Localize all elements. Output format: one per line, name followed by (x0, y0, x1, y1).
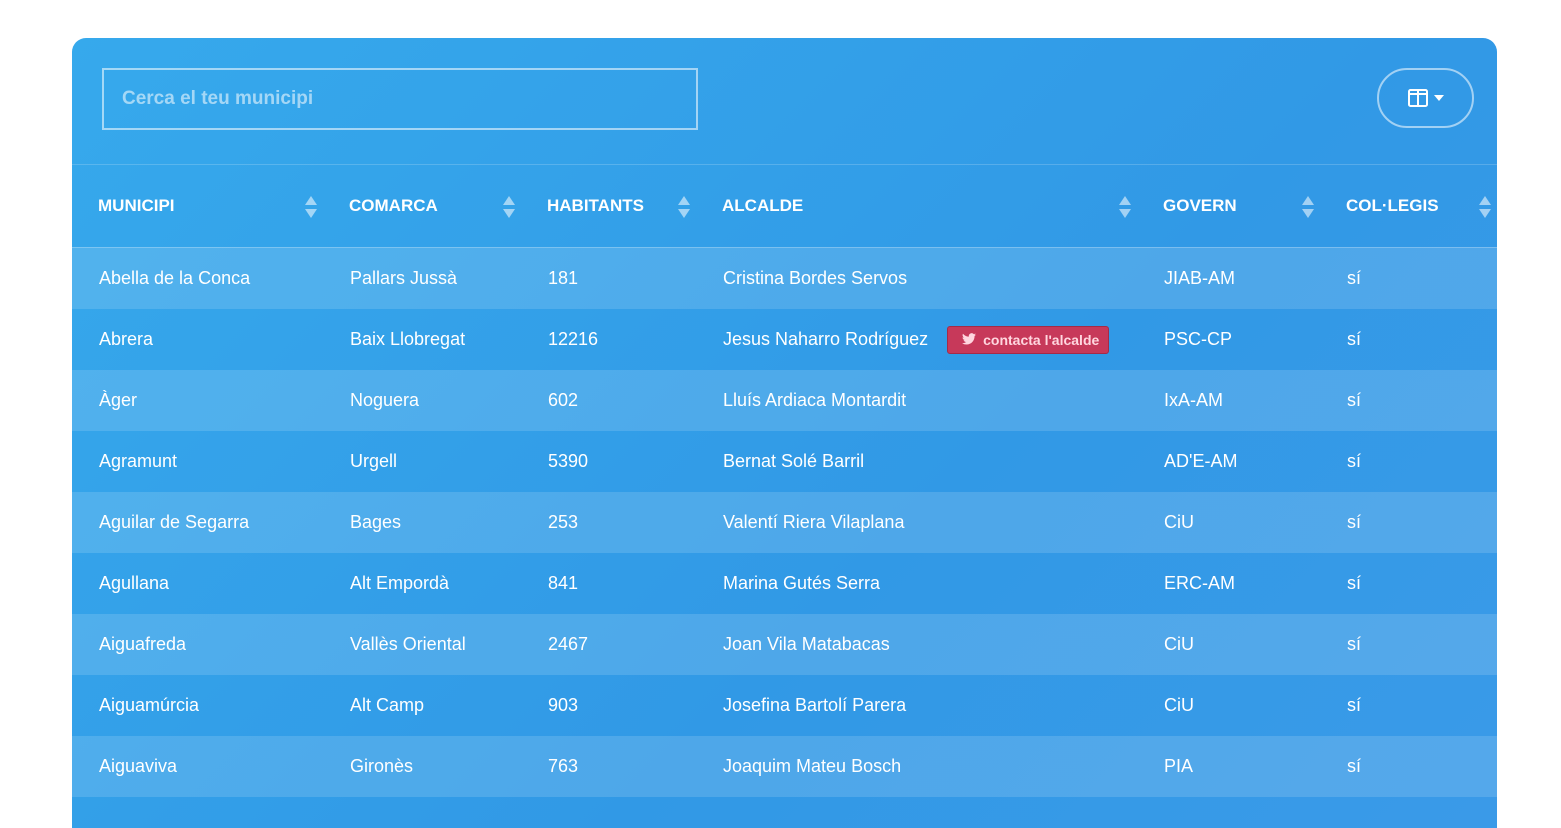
cell-govern: PSC-CP (1164, 329, 1233, 349)
cell-municipi: Àger (72, 370, 323, 431)
cell-municipi: Aguilar de Segarra (72, 492, 323, 553)
cell-alcalde: Joan Vila Matabacas (696, 614, 1137, 675)
sort-icon (1479, 196, 1491, 218)
cell-alcalde: Joaquim Mateu Bosch (696, 736, 1137, 797)
cell-habitants: 12216 (548, 329, 599, 349)
cell-municipi: Agullana (99, 573, 170, 593)
cell-col-legis: sí (1320, 247, 1497, 309)
cell-col-legis: sí (1347, 573, 1362, 593)
cell-comarca: Alt Camp (350, 695, 425, 715)
cell-habitants: 5390 (548, 451, 589, 471)
caret-down-icon (1433, 95, 1444, 101)
contact-mayor-button[interactable]: contacta l'alcalde (947, 325, 1110, 354)
cell-alcalde: Jesus Naharro Rodríguez (723, 328, 929, 349)
municipalities-card: MUNICIPI COMARCA HABITANTS ALCALDE GOVER… (72, 38, 1497, 828)
header-comarca[interactable]: COMARCA (323, 165, 521, 248)
contact-mayor-label: contacta l'alcalde (983, 331, 1100, 348)
table-header-row: MUNICIPI COMARCA HABITANTS ALCALDE GOVER… (72, 165, 1497, 248)
cell-comarca: Gironès (323, 736, 521, 797)
cell-comarca: Pallars Jussà (323, 247, 521, 309)
cell-alcalde: Lluís Ardiaca Montardit (696, 370, 1137, 431)
cell-habitants: 763 (521, 736, 696, 797)
cell-alcalde: Josefina Bartolí Parera (723, 695, 907, 715)
cell-col-legis: sí (1347, 329, 1362, 349)
cell-habitants: 602 (521, 370, 696, 431)
cell-habitants: 903 (548, 695, 579, 715)
cell-comarca: Noguera (323, 370, 521, 431)
header-habitants[interactable]: HABITANTS (521, 165, 696, 248)
cell-col-legis: sí (1320, 492, 1497, 553)
cell-govern: PIA (1137, 736, 1320, 797)
cell-govern: CiU (1137, 492, 1320, 553)
cell-alcalde: Bernat Solé Barril (723, 451, 865, 471)
cell-col-legis: sí (1320, 614, 1497, 675)
cell-alcalde: Valentí Riera Vilaplana (696, 492, 1137, 553)
header-alcalde[interactable]: ALCALDE (696, 165, 1137, 248)
cell-comarca: Alt Empordà (350, 573, 450, 593)
header-municipi[interactable]: MUNICIPI (72, 165, 323, 248)
table-row[interactable]: Agramunt Urgell 5390 Bernat Solé Barril … (72, 431, 1497, 492)
search-input[interactable] (102, 68, 698, 130)
cell-comarca: Baix Llobregat (350, 329, 466, 349)
table-row[interactable]: Abrera Baix Llobregat 12216 Jesus Naharr… (72, 309, 1497, 370)
cell-municipi: Abrera (99, 329, 154, 349)
cell-habitants: 253 (521, 492, 696, 553)
cell-alcalde: Marina Gutés Serra (723, 573, 881, 593)
cell-govern: CiU (1164, 695, 1194, 715)
cell-habitants: 841 (548, 573, 579, 593)
cell-col-legis: sí (1347, 451, 1362, 471)
cell-govern: CiU (1137, 614, 1320, 675)
cell-govern: IxA-AM (1137, 370, 1320, 431)
cell-col-legis: sí (1320, 736, 1497, 797)
cell-municipi: Aiguaviva (72, 736, 323, 797)
sort-icon (1302, 196, 1314, 218)
cell-municipi: Abella de la Conca (72, 247, 323, 309)
sort-icon (503, 196, 515, 218)
cell-comarca: Bages (323, 492, 521, 553)
header-govern[interactable]: GOVERN (1137, 165, 1320, 248)
cell-habitants: 181 (521, 247, 696, 309)
header-col-legis[interactable]: COL·LEGIS (1320, 165, 1497, 248)
cell-govern: AD'E-AM (1164, 451, 1238, 471)
cell-alcalde: Cristina Bordes Servos (696, 247, 1137, 309)
sort-icon (678, 196, 690, 218)
cell-govern: ERC-AM (1164, 573, 1235, 593)
cell-govern: JIAB-AM (1137, 247, 1320, 309)
columns-toggle-button[interactable] (1377, 68, 1474, 128)
table-row[interactable]: Abella de la Conca Pallars Jussà 181 Cri… (72, 247, 1497, 309)
cell-comarca: Urgell (350, 451, 398, 471)
cell-municipi: Aiguamúrcia (99, 695, 200, 715)
table-row[interactable]: Aiguamúrcia Alt Camp 903 Josefina Bartol… (72, 675, 1497, 736)
cell-municipi: Agramunt (99, 451, 178, 471)
table-row[interactable]: Àger Noguera 602 Lluís Ardiaca Montardit… (72, 370, 1497, 431)
sort-icon (305, 196, 317, 218)
table-row[interactable]: Aiguaviva Gironès 763 Joaquim Mateu Bosc… (72, 736, 1497, 797)
sort-icon (1119, 196, 1131, 218)
table-row[interactable]: Aguilar de Segarra Bages 253 Valentí Rie… (72, 492, 1497, 553)
cell-habitants: 2467 (521, 614, 696, 675)
cell-comarca: Vallès Oriental (323, 614, 521, 675)
columns-icon (1407, 89, 1428, 107)
table-row[interactable]: Agullana Alt Empordà 841 Marina Gutés Se… (72, 553, 1497, 614)
cell-col-legis: sí (1347, 695, 1362, 715)
municipalities-table: MUNICIPI COMARCA HABITANTS ALCALDE GOVER… (72, 165, 1497, 797)
cell-alcalde-with-contact: Jesus Naharro Rodríguez contacta l'alcal… (696, 309, 1137, 370)
toolbar (72, 38, 1497, 165)
twitter-icon (962, 332, 977, 348)
cell-col-legis: sí (1320, 370, 1497, 431)
table-row[interactable]: Aiguafreda Vallès Oriental 2467 Joan Vil… (72, 614, 1497, 675)
cell-municipi: Aiguafreda (72, 614, 323, 675)
